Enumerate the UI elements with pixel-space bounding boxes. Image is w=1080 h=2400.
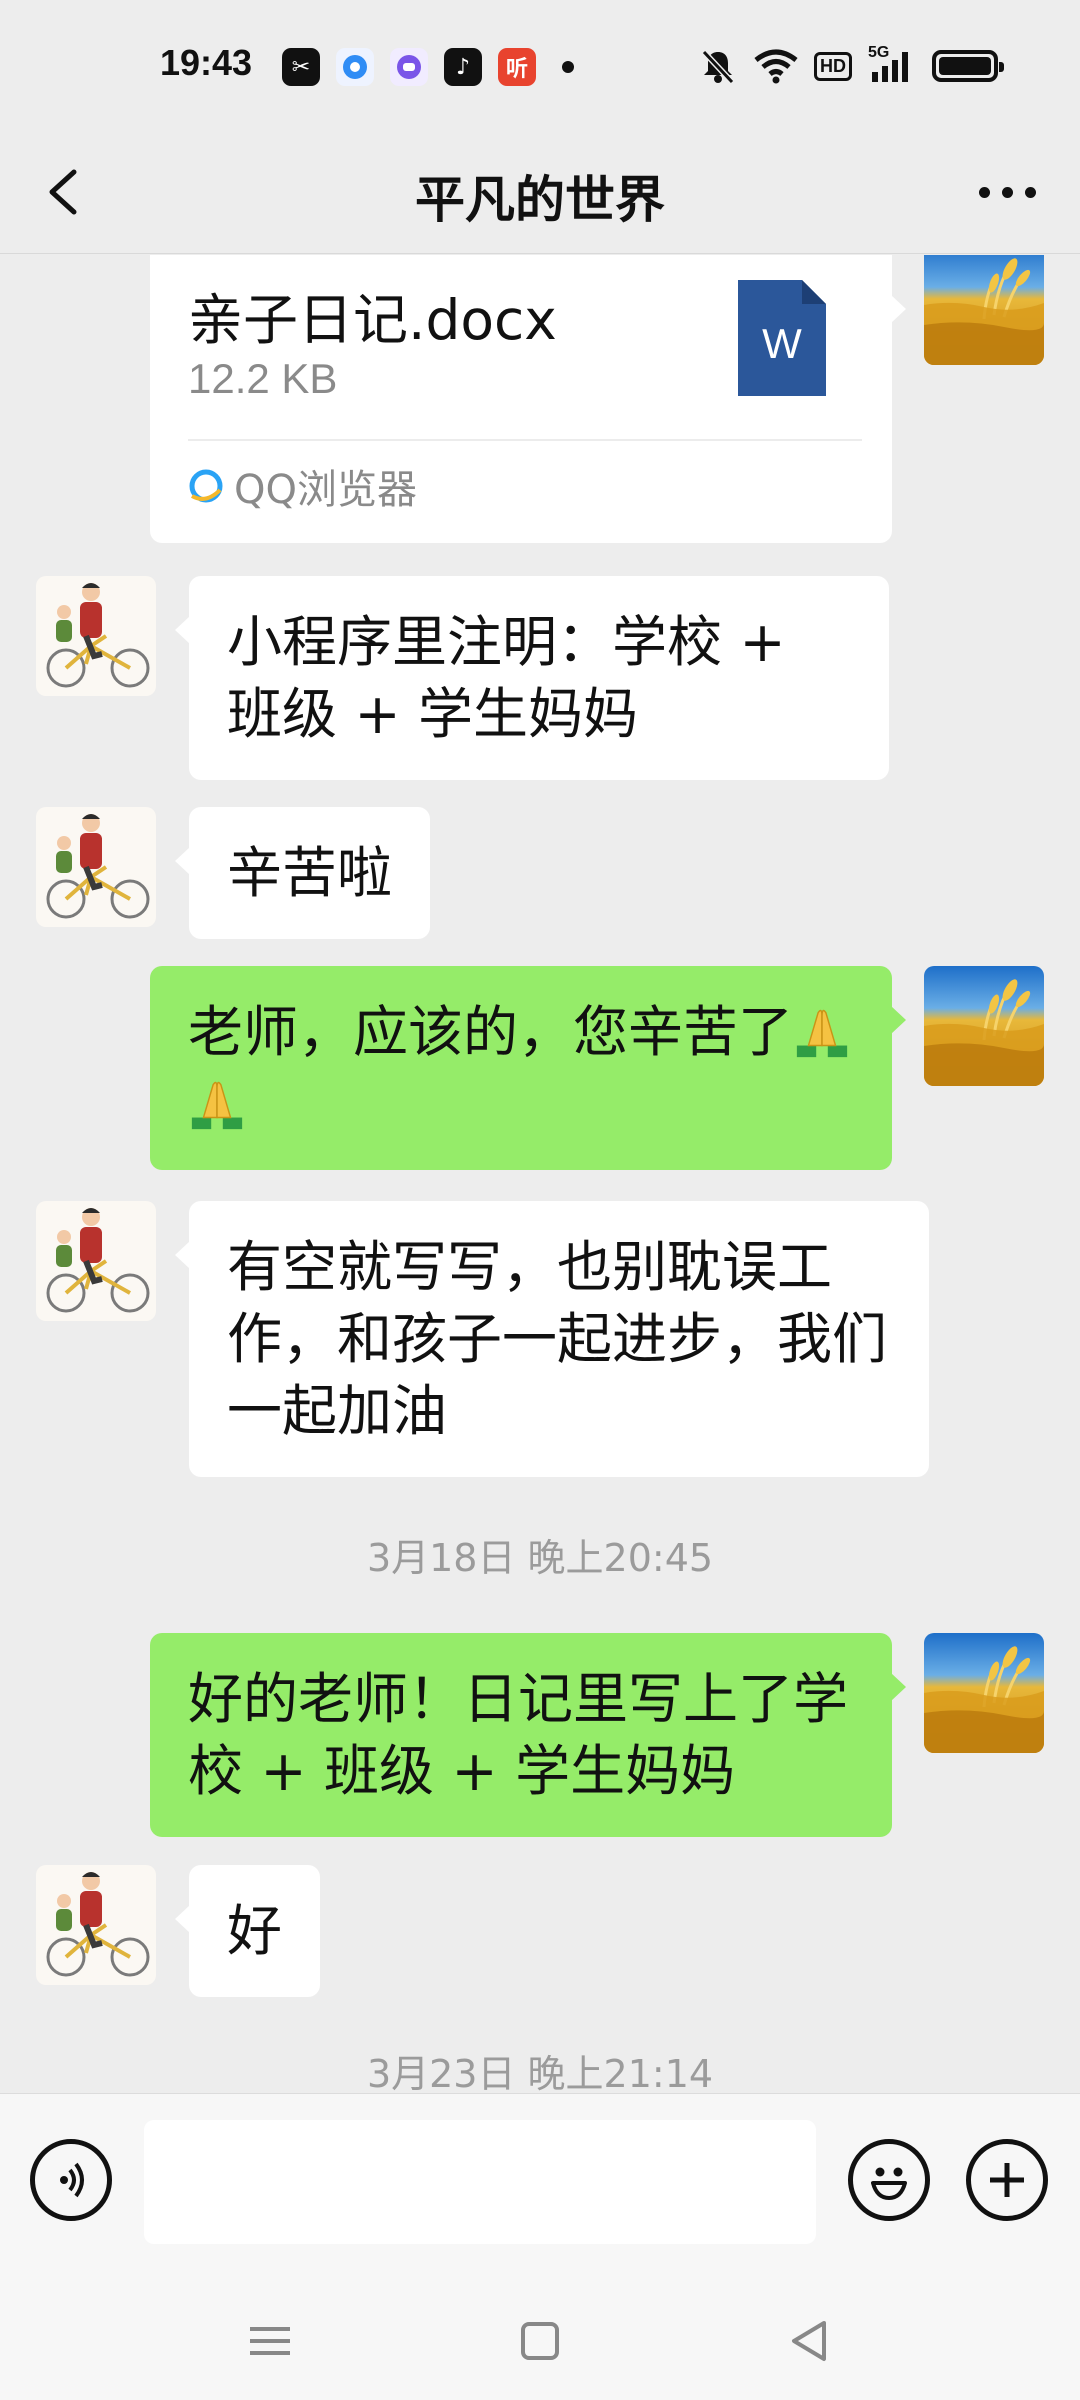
message-bubble-incoming[interactable]: 小程序里注明：学校 + 班级 + 学生妈妈: [175, 576, 889, 780]
signal-icon: 5G: [868, 44, 916, 84]
word-letter: W: [762, 320, 802, 367]
contact-avatar[interactable]: [36, 1865, 156, 1985]
message-bubble-incoming[interactable]: 有空就写写，也别耽误工作，和孩子一起进步，我们一起加油: [175, 1201, 929, 1477]
more-functions-button[interactable]: [966, 2139, 1048, 2221]
file-source-label: QQ浏览器: [234, 467, 417, 513]
chat-timestamp: 3月18日 晚上20:45: [366, 1536, 714, 1580]
message-bubble-outgoing[interactable]: 老师，应该的，您辛苦了: [150, 966, 906, 1170]
message-app-icon: [390, 48, 428, 86]
pray-emoji-icon: [793, 1003, 851, 1061]
notification-icons: ✂ ♪ 听: [282, 48, 574, 86]
capcut-icon: ✂: [282, 48, 320, 86]
plus-icon: [990, 2163, 1024, 2197]
contact-avatar[interactable]: [36, 576, 156, 696]
ting-app-glyph: 听: [505, 57, 528, 82]
status-bar: 19:43 ✂ ♪ 听 HD 5G: [0, 0, 1080, 130]
home-icon[interactable]: [510, 2311, 570, 2371]
file-message-card[interactable]: 亲子日记.docx 12.2 KB W QQ浏览器: [150, 255, 906, 543]
chat-header: 平凡的世界: [0, 130, 1080, 254]
message-bubble-incoming[interactable]: 好: [174, 1865, 321, 1997]
tiktok-icon: ♪: [444, 48, 482, 86]
qq-browser-icon: [189, 469, 223, 503]
file-card-divider: [188, 439, 862, 441]
contact-avatar[interactable]: [36, 1201, 156, 1321]
more-options-button[interactable]: [962, 152, 1052, 232]
ting-app-icon: 听: [498, 48, 536, 86]
message-text: 老师，应该的，您辛苦了: [188, 1000, 794, 1064]
more-dot-icon: [1024, 186, 1036, 198]
chat-timestamp: 3月23日 晚上21:14: [366, 2052, 714, 2093]
browser-icon: [336, 48, 374, 86]
input-bar: [0, 2093, 1080, 2273]
more-dot-icon: [978, 186, 990, 198]
emoji-button[interactable]: [848, 2139, 930, 2221]
message-bubble-incoming[interactable]: 辛苦啦: [174, 807, 431, 939]
message-bubble-outgoing[interactable]: 好的老师！日记里写上了学校 + 班级 + 学生妈妈: [150, 1633, 906, 1837]
file-size: 12.2 KB: [188, 355, 338, 402]
message-input[interactable]: [144, 2120, 816, 2244]
voice-input-button[interactable]: [30, 2139, 112, 2221]
message-list[interactable]: 亲子日记.docx 12.2 KB W QQ浏览器 小程序里注明：学校 + 班级…: [0, 255, 1080, 2093]
pray-emoji-icon: [188, 1075, 246, 1133]
mute-icon: [701, 49, 735, 85]
status-time: 19:43: [160, 42, 253, 83]
file-name: 亲子日记.docx: [188, 288, 557, 352]
system-icons: HD 5G: [698, 44, 1004, 86]
contact-avatar[interactable]: [36, 807, 156, 927]
battery-icon: [932, 50, 1004, 82]
voice-icon: [60, 2162, 84, 2198]
my-avatar[interactable]: [924, 1633, 1044, 1753]
back-triangle-icon[interactable]: [780, 2311, 840, 2371]
more-dot-icon: [1001, 186, 1013, 198]
menu-icon[interactable]: [240, 2311, 300, 2371]
more-notifications-dot-icon: [562, 61, 574, 73]
chat-title: 平凡的世界: [415, 171, 665, 229]
system-navigation-bar: [0, 2273, 1080, 2400]
my-avatar[interactable]: [924, 255, 1044, 365]
hd-badge: HD: [814, 51, 852, 81]
my-avatar[interactable]: [924, 966, 1044, 1086]
wifi-icon: [754, 49, 798, 84]
file-source: QQ浏览器: [188, 457, 417, 515]
smiley-icon: [871, 2167, 907, 2200]
